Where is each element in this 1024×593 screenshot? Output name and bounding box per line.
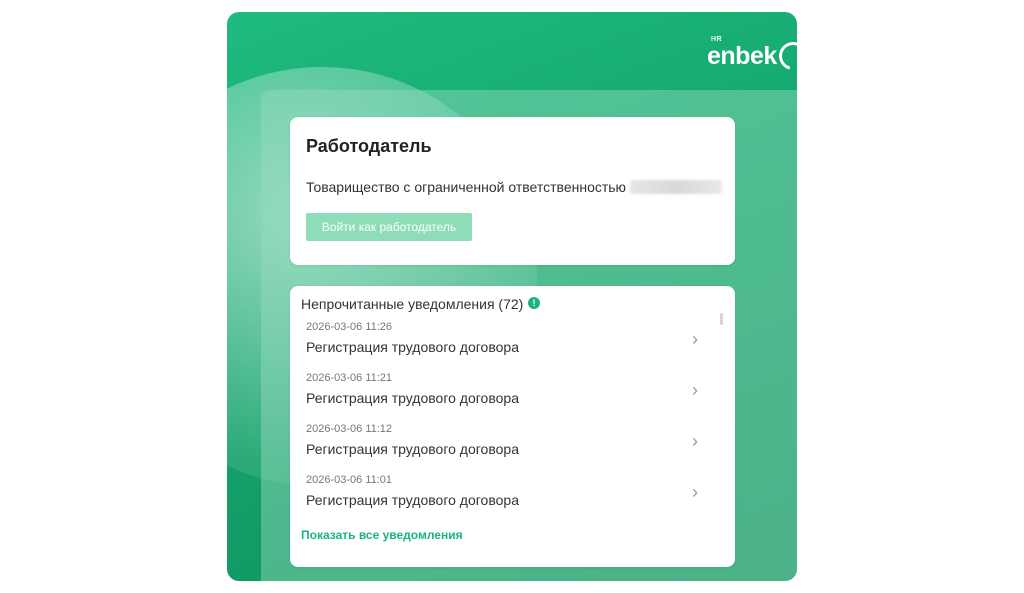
notification-title: Регистрация трудового договора xyxy=(306,390,519,406)
notification-time: 2026-03-06 11:26 xyxy=(306,321,393,333)
show-all-notifications-link[interactable]: Показать все уведомления xyxy=(301,528,463,542)
logo-ring-icon xyxy=(773,36,797,76)
chevron-right-icon: › xyxy=(692,431,698,451)
notification-time: 2026-03-06 11:12 xyxy=(306,423,393,435)
chevron-right-icon: › xyxy=(692,482,698,502)
login-as-employer-button[interactable]: Войти как работодатель xyxy=(306,213,472,241)
notifications-header: Непрочитанные уведомления (72) xyxy=(301,296,524,312)
employer-title: Работодатель xyxy=(306,136,432,156)
notification-item[interactable]: 2026-03-06 11:21 Регистрация трудового д… xyxy=(306,372,698,416)
exclamation-icon: ! xyxy=(528,297,540,309)
redacted-name xyxy=(630,180,723,194)
notification-time: 2026-03-06 11:21 xyxy=(306,372,393,384)
employer-card: Работодатель Товарищество с ограниченной… xyxy=(290,117,735,265)
chevron-right-icon: › xyxy=(692,329,698,349)
chevron-right-icon: › xyxy=(692,380,698,400)
notification-item[interactable]: 2026-03-06 11:01 Регистрация трудового д… xyxy=(306,474,698,518)
scrollbar[interactable] xyxy=(720,313,723,325)
notifications-card: Непрочитанные уведомления (72) ! 2026-03… xyxy=(290,286,735,567)
notification-title: Регистрация трудового договора xyxy=(306,339,519,355)
notification-time: 2026-03-06 11:01 xyxy=(306,474,393,486)
notification-title: Регистрация трудового договора xyxy=(306,492,519,508)
notification-title: Регистрация трудового договора xyxy=(306,441,519,457)
organization-type: Товарищество с ограниченной ответственно… xyxy=(306,179,627,195)
logo-word: enbek xyxy=(707,42,777,70)
notification-item[interactable]: 2026-03-06 11:12 Регистрация трудового д… xyxy=(306,423,698,467)
enbek-logo: HR enbek xyxy=(707,34,797,78)
notification-item[interactable]: 2026-03-06 11:26 Регистрация трудового д… xyxy=(306,321,698,365)
organization-name: Товарищество с ограниченной ответственно… xyxy=(306,179,723,195)
